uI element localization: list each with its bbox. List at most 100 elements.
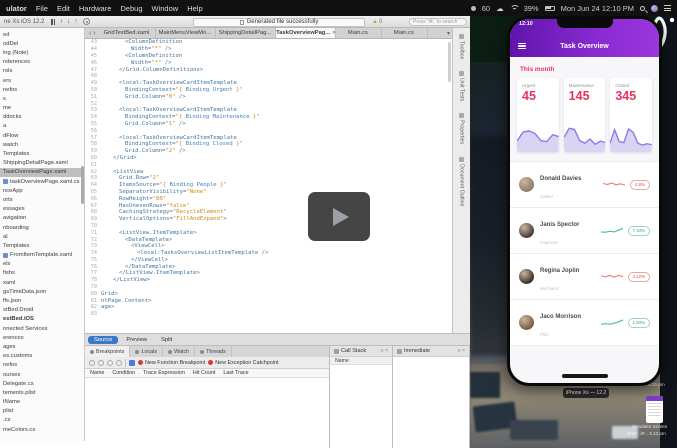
sidebar-item[interactable]: TaskOverviewPage.xaml bbox=[0, 168, 84, 177]
sidebar-item[interactable]: erences bbox=[0, 333, 84, 342]
code-line[interactable]: 60</Grid> bbox=[85, 155, 452, 162]
code-line[interactable]: 50BindingContext="{ Binding Urgent }" bbox=[85, 87, 452, 94]
sidebar-item[interactable]: ers bbox=[0, 76, 84, 85]
call-stack-column[interactable]: Name bbox=[330, 357, 392, 365]
hamburger-menu-icon[interactable] bbox=[518, 43, 526, 49]
sidebar-item[interactable]: nderences bbox=[0, 58, 84, 67]
code-line[interactable]: 83 bbox=[85, 311, 452, 318]
code-line[interactable]: 73<ViewCell> bbox=[85, 243, 452, 250]
toolbar-circle-button[interactable] bbox=[98, 360, 104, 366]
sidebar-item[interactable]: stBed.Droid bbox=[0, 306, 84, 315]
breakpoints-list-body[interactable] bbox=[85, 378, 329, 448]
sidebar-item[interactable]: xaml bbox=[0, 278, 84, 287]
notification-center-icon[interactable] bbox=[664, 5, 671, 11]
code-line[interactable]: 80Grid> bbox=[85, 290, 452, 297]
code-line[interactable]: 68CachingStrategy="RecycleElement" bbox=[85, 209, 452, 216]
debug-tab[interactable]: Threads bbox=[195, 346, 232, 357]
code-line[interactable]: 53<local:TaskOverviewCardItemTemplate bbox=[85, 107, 452, 114]
editor-tab[interactable]: ShippingDetailPag... bbox=[216, 28, 276, 38]
code-line[interactable]: 47</Grid.ColumnDefinitions> bbox=[85, 66, 452, 73]
code-line[interactable]: 49<local:TaskOverviewCardItemTemplate bbox=[85, 80, 452, 87]
gear-icon[interactable] bbox=[83, 18, 90, 25]
person-row[interactable]: Jaco Morrison Pilot 1.93% bbox=[510, 300, 659, 346]
code-line[interactable]: 70 bbox=[85, 223, 452, 230]
editor-scrollbar[interactable] bbox=[448, 42, 451, 82]
column-header[interactable]: Last Trace bbox=[223, 370, 248, 376]
code-line[interactable]: 65SeparatorVisibility="None" bbox=[85, 189, 452, 196]
immediate-body[interactable] bbox=[393, 357, 469, 448]
code-line[interactable]: 81ntPage.Content> bbox=[85, 297, 452, 304]
debug-tab[interactable]: Locals bbox=[130, 346, 163, 357]
app-menu-simulator[interactable]: ulator bbox=[6, 4, 27, 13]
sidebar-item[interactable]: nboarding bbox=[0, 223, 84, 232]
code-line[interactable]: 72<DataTemplate> bbox=[85, 236, 452, 243]
panel-menu-icon[interactable]: ≡ × bbox=[381, 348, 388, 354]
sidebar-item[interactable]: ddocks bbox=[0, 113, 84, 122]
code-line[interactable]: 78</ListView> bbox=[85, 277, 452, 284]
search-input[interactable] bbox=[409, 18, 467, 26]
device-selector[interactable]: ne Xs iOS 12.2 bbox=[4, 19, 44, 25]
warning-counter[interactable]: ▲ 0 bbox=[372, 19, 382, 25]
column-header[interactable]: Condition bbox=[112, 370, 135, 376]
breakpoint-action-button[interactable]: New Exception Catchpoint bbox=[208, 360, 278, 366]
code-line[interactable]: 64ItemsSource="{ Binding People }" bbox=[85, 182, 452, 189]
code-line[interactable]: 56 bbox=[85, 127, 452, 134]
menu-item[interactable]: Debug bbox=[120, 4, 142, 13]
editor-tab[interactable]: GridTestBed.xaml bbox=[100, 28, 157, 38]
pad-tab[interactable]: Toolbox bbox=[459, 34, 465, 59]
sidebar-item[interactable]: nefos bbox=[0, 361, 84, 370]
battery-icon[interactable] bbox=[545, 6, 555, 11]
stat-card[interactable]: Maintenance 145 bbox=[564, 78, 606, 152]
sidebar-item[interactable]: odDel bbox=[0, 39, 84, 48]
code-line[interactable]: 52 bbox=[85, 100, 452, 107]
code-line[interactable]: 43<ColumnDefinition bbox=[85, 39, 452, 46]
code-line[interactable]: 45<ColumnDefinition bbox=[85, 53, 452, 60]
tab-nav-back-forward[interactable]: ‹ › bbox=[85, 28, 100, 38]
stat-card[interactable]: Urgent 45 bbox=[517, 78, 559, 152]
sidebar-item[interactable]: al bbox=[0, 232, 84, 241]
editor-tab[interactable]: Main.cs bbox=[336, 28, 382, 38]
editor-tab[interactable]: Main.cs bbox=[382, 28, 428, 38]
code-line[interactable]: 82age> bbox=[85, 304, 452, 311]
record-icon[interactable] bbox=[471, 6, 476, 11]
sidebar-item[interactable]: FromItemTemplate.xaml bbox=[0, 251, 84, 260]
menu-item[interactable]: Hardware bbox=[79, 4, 112, 13]
step-out-icon[interactable]: ↑ bbox=[74, 18, 78, 25]
siri-icon[interactable] bbox=[651, 5, 658, 12]
sidebar-item[interactable]: gsTimeData.json bbox=[0, 287, 84, 296]
sidebar-item[interactable]: ourses bbox=[0, 370, 84, 379]
code-line[interactable]: 77</ListView.ItemTemplate> bbox=[85, 270, 452, 277]
code-line[interactable]: 55Grid.Column="1" /> bbox=[85, 121, 452, 128]
menu-item[interactable]: File bbox=[36, 4, 48, 13]
code-line[interactable]: 71<ListView.ItemTemplate> bbox=[85, 229, 452, 236]
sidebar-item[interactable]: nnected Services bbox=[0, 324, 84, 333]
code-line[interactable]: 79 bbox=[85, 284, 452, 291]
sidebar-item[interactable]: els bbox=[0, 260, 84, 269]
checkbox-icon[interactable] bbox=[129, 360, 135, 366]
view-tab[interactable]: Source bbox=[88, 336, 118, 344]
sidebar-item[interactable]: plist bbox=[0, 407, 84, 416]
stat-card[interactable]: Closed 345 bbox=[610, 78, 652, 152]
sidebar-item[interactable]: watch bbox=[0, 140, 84, 149]
code-line[interactable]: 76</DataTemplate> bbox=[85, 263, 452, 270]
sidebar-item[interactable]: fishs bbox=[0, 269, 84, 278]
person-row[interactable]: Regina Joplin Mechanic 4.12% bbox=[510, 254, 659, 300]
code-line[interactable]: 57<local:TaskOverviewCardItemTemplate bbox=[85, 134, 452, 141]
code-line[interactable]: 63Grid.Row="2" bbox=[85, 175, 452, 182]
sidebar-item[interactable]: ages bbox=[0, 342, 84, 351]
pause-button[interactable] bbox=[51, 19, 55, 25]
sidebar-item[interactable]: Delegate.cs bbox=[0, 379, 84, 388]
tab-close-icon[interactable]: × bbox=[332, 30, 335, 36]
toolbar-circle-button[interactable] bbox=[116, 360, 122, 366]
sidebar-item[interactable]: tements.plist bbox=[0, 388, 84, 397]
step-into-icon[interactable]: ↓ bbox=[67, 18, 71, 25]
code-line[interactable]: 61 bbox=[85, 161, 452, 168]
pad-tab[interactable]: Properties bbox=[459, 113, 465, 144]
code-line[interactable]: 51Grid.Column="0" /> bbox=[85, 93, 452, 100]
column-header[interactable]: Hit Count bbox=[193, 370, 215, 376]
code-line[interactable]: 75</ViewCell> bbox=[85, 257, 452, 264]
breakpoint-action-button[interactable]: New Function Breakpoint bbox=[138, 360, 205, 366]
code-line[interactable]: 48 bbox=[85, 73, 452, 80]
call-stack-body[interactable] bbox=[330, 365, 392, 448]
sidebar-item[interactable]: .cs bbox=[0, 416, 84, 425]
